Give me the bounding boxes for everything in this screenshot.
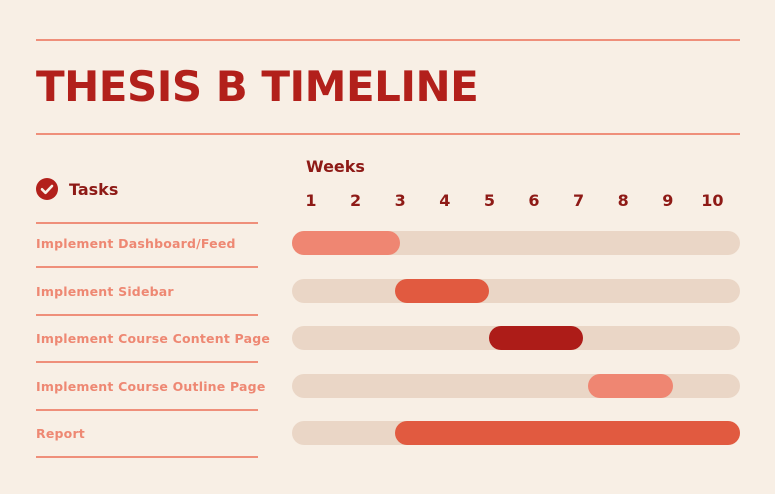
task-bar xyxy=(395,278,490,303)
page-title: THESIS B TIMELINE xyxy=(36,62,479,111)
task-separator xyxy=(36,222,258,224)
week-tick-5: 5 xyxy=(483,191,495,210)
week-tick-2: 2 xyxy=(350,191,362,210)
top-rule xyxy=(36,39,740,41)
task-bar xyxy=(292,231,400,255)
tasks-axis-label: Tasks xyxy=(69,179,119,199)
tasks-header: Tasks xyxy=(36,177,118,201)
weeks-axis-label: Weeks xyxy=(306,157,365,176)
task-separator xyxy=(36,266,258,268)
week-tick-3: 3 xyxy=(394,191,406,210)
task-track xyxy=(292,231,740,255)
week-tick-9: 9 xyxy=(662,191,674,210)
task-label: Report xyxy=(36,426,85,441)
week-tick-6: 6 xyxy=(528,191,540,210)
task-track xyxy=(292,421,740,445)
week-tick-10: 10 xyxy=(701,191,724,210)
task-label: Implement Course Outline Page xyxy=(36,378,266,394)
task-separator xyxy=(36,408,258,411)
week-tick-1: 1 xyxy=(305,191,317,210)
task-label: Implement Course Content Page xyxy=(36,331,271,346)
title-rule xyxy=(36,133,740,135)
task-separator xyxy=(36,313,258,316)
task-label: Implement Sidebar xyxy=(36,283,174,299)
task-bar xyxy=(587,373,673,398)
task-separator xyxy=(36,361,258,363)
week-tick-4: 4 xyxy=(439,191,451,210)
task-track xyxy=(292,278,740,303)
task-separator xyxy=(36,456,258,458)
task-track xyxy=(292,373,740,398)
task-track xyxy=(292,326,740,350)
task-label: Implement Dashboard/Feed xyxy=(36,236,236,251)
check-circle-icon xyxy=(36,178,58,200)
week-tick-7: 7 xyxy=(573,191,585,210)
week-tick-8: 8 xyxy=(617,191,629,210)
task-bar xyxy=(395,421,740,445)
task-bar xyxy=(489,326,584,350)
